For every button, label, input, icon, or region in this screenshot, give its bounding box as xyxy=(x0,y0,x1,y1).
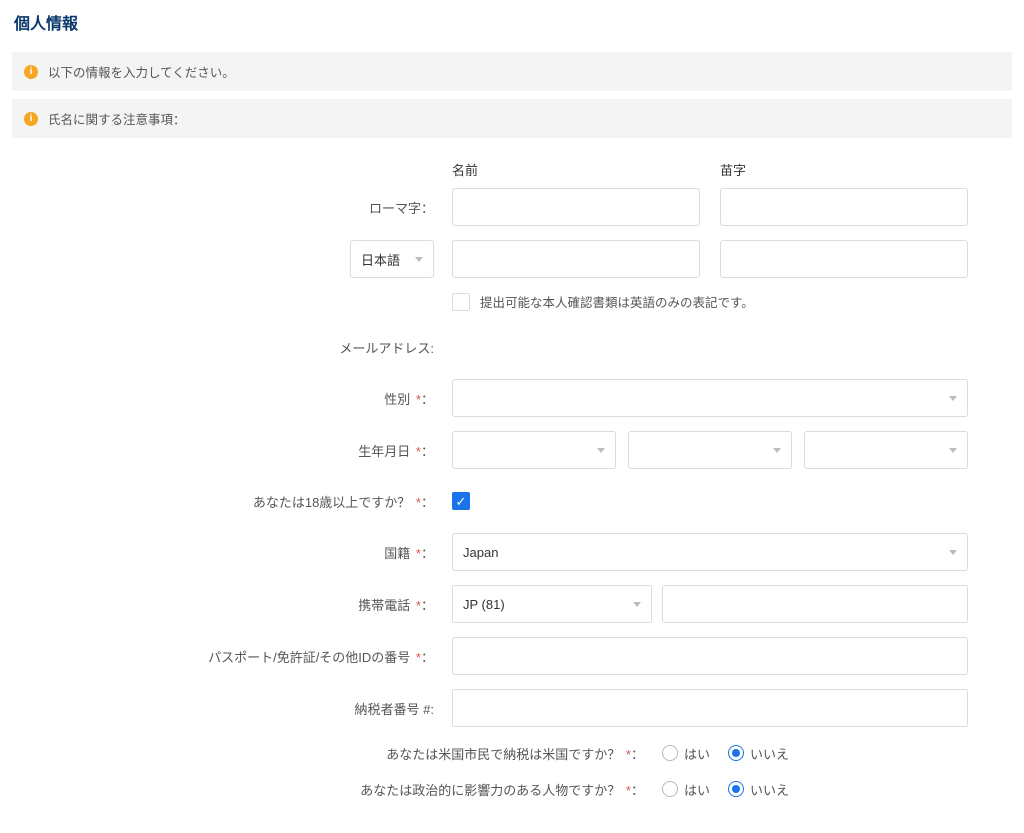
radio-us-citizen-yes[interactable]: はい xyxy=(662,744,710,763)
chevron-down-icon xyxy=(949,448,957,453)
column-header-lastname: 苗字 xyxy=(720,160,968,180)
label-us-citizen-q: あなたは米国市民で納税は米国ですか？ *： xyxy=(12,744,662,763)
language-select[interactable]: 日本語 xyxy=(350,240,434,278)
checkbox-over18[interactable]: ✓ xyxy=(452,492,470,510)
input-romaji-firstname[interactable] xyxy=(452,188,700,226)
notice-text-2: 氏名に関する注意事項： xyxy=(48,109,186,128)
input-native-lastname[interactable] xyxy=(720,240,968,278)
select-nationality[interactable]: Japan xyxy=(452,533,968,571)
input-romaji-lastname[interactable] xyxy=(720,188,968,226)
notice-name-remarks: i 氏名に関する注意事項： xyxy=(12,99,1012,138)
chevron-down-icon xyxy=(415,257,423,262)
label-gender: 性別 *： xyxy=(12,389,452,408)
label-id-number: パスポート/免許証/その他IDの番号 *： xyxy=(12,647,452,666)
select-gender[interactable] xyxy=(452,379,968,417)
input-native-firstname[interactable] xyxy=(452,240,700,278)
info-icon: i xyxy=(24,65,38,79)
chevron-down-icon xyxy=(597,448,605,453)
column-header-firstname: 名前 xyxy=(452,160,700,180)
input-tax-number[interactable] xyxy=(452,689,968,727)
select-nationality-value: Japan xyxy=(463,545,498,560)
label-over18: あなたは18歳以上ですか？ *： xyxy=(12,492,452,511)
select-dob-month[interactable] xyxy=(628,431,792,469)
language-select-value: 日本語 xyxy=(361,250,400,269)
radio-pep-yes[interactable]: はい xyxy=(662,780,710,799)
select-dob-day[interactable] xyxy=(804,431,968,469)
label-phone: 携帯電話 *： xyxy=(12,595,452,614)
label-pep-q: あなたは政治的に影響力のある人物ですか？ *： xyxy=(12,780,662,799)
page-title: 個人情報 xyxy=(12,10,1012,34)
chevron-down-icon xyxy=(949,550,957,555)
chevron-down-icon xyxy=(949,396,957,401)
label-dob: 生年月日 *： xyxy=(12,441,452,460)
label-email: メールアドレス: xyxy=(12,338,452,357)
select-phone-country[interactable]: JP (81) xyxy=(452,585,652,623)
info-icon: i xyxy=(24,112,38,126)
select-dob-year[interactable] xyxy=(452,431,616,469)
input-phone-number[interactable] xyxy=(662,585,968,623)
label-romaji: ローマ字： xyxy=(12,198,452,217)
chevron-down-icon xyxy=(633,602,641,607)
notice-text-1: 以下の情報を入力してください。 xyxy=(48,62,235,81)
notice-info-input: i 以下の情報を入力してください。 xyxy=(12,52,1012,91)
radio-us-citizen-no[interactable]: いいえ xyxy=(728,744,789,763)
radio-pep-no[interactable]: いいえ xyxy=(728,780,789,799)
label-english-only-docs: 提出可能な本人確認書類は英語のみの表記です。 xyxy=(480,292,754,311)
label-nationality: 国籍 *： xyxy=(12,543,452,562)
chevron-down-icon xyxy=(773,448,781,453)
input-id-number[interactable] xyxy=(452,637,968,675)
select-phone-country-value: JP (81) xyxy=(463,597,505,612)
checkbox-english-only-docs[interactable] xyxy=(452,293,470,311)
label-tax-number: 納税者番号 #: xyxy=(12,699,452,718)
